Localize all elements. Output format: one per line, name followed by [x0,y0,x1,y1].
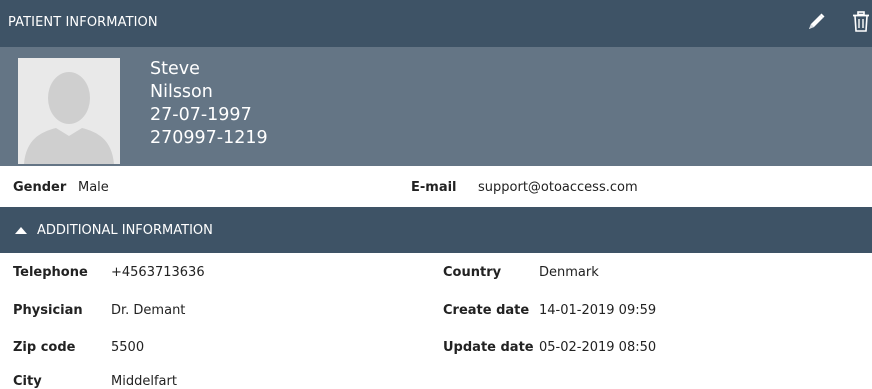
patient-first-name: Steve [150,59,200,79]
additional-information-title: ADDITIONAL INFORMATION [37,223,213,238]
gender-value: Male [78,180,109,195]
telephone-value: +4563713636 [111,265,205,280]
zip-code-label: Zip code [13,340,76,355]
patient-last-name: Nilsson [150,82,213,102]
patient-information-panel: PATIENT INFORMATION Steve Nilsson 27-07-… [0,0,872,389]
trash-icon[interactable] [852,11,870,37]
zip-code-value: 5500 [111,340,145,355]
patient-birth-date: 27-07-1997 [150,105,252,125]
person-silhouette-icon [18,58,120,164]
create-date-label: Create date [443,303,530,318]
telephone-label: Telephone [13,265,88,280]
panel-title: PATIENT INFORMATION [8,15,158,30]
patient-id-number: 270997-1219 [150,128,268,148]
email-label: E-mail [411,180,457,195]
update-date-value: 05-02-2019 08:50 [539,340,657,355]
city-value: Middelfart [111,374,177,389]
patient-identity: Steve Nilsson 27-07-1997 270997-1219 [150,58,268,150]
email-value: support@otoaccess.com [478,180,638,195]
country-label: Country [443,265,502,280]
caret-up-icon [15,227,27,234]
patient-card: Steve Nilsson 27-07-1997 270997-1219 [0,47,872,166]
gender-label: Gender [13,180,67,195]
update-date-label: Update date [443,340,534,355]
physician-label: Physician [13,303,83,318]
additional-information-details: Telephone +4563713636 Physician Dr. Dema… [0,253,872,389]
pencil-icon[interactable] [806,11,826,37]
create-date-value: 14-01-2019 09:59 [539,303,657,318]
panel-header: PATIENT INFORMATION [0,0,872,47]
basic-info-row: Gender Male E-mail support@otoaccess.com [0,166,872,207]
additional-information-toggle[interactable]: ADDITIONAL INFORMATION [0,207,872,253]
physician-value: Dr. Demant [111,303,186,318]
city-label: City [13,374,42,389]
country-value: Denmark [539,265,599,280]
